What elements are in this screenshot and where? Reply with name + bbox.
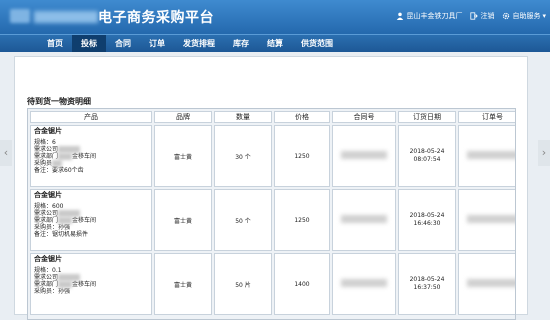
order-no-cell[interactable]	[458, 125, 515, 187]
product-dept2-tail: 金移车间	[72, 217, 97, 224]
blurred-text	[58, 274, 81, 281]
app-title: 电子商务采购平台	[98, 10, 214, 26]
product-dept: 需求公司	[34, 210, 59, 217]
col-brand: 品牌	[154, 111, 212, 123]
table-row: 合金锯片 规格：0.1 需求公司 需求部门 金移车间 采购员：孙强 富士黄 50 …	[30, 253, 515, 315]
contract-no-cell	[332, 253, 396, 315]
product-dept2-tail: 金移车间	[72, 281, 97, 288]
blurred-text	[58, 153, 73, 160]
product-note: 备注：锯切机易损件	[34, 231, 89, 238]
scroll-left-arrow[interactable]: ‹	[0, 140, 12, 166]
product-dept2: 需求部门	[34, 281, 59, 288]
order-date-cell: 2018-05-24 08:07:54	[398, 125, 456, 187]
product-cell: 合金锯片 规格：6 需求公司 需求部门 金移车间 采购员 备注：要求60个齿	[30, 125, 152, 187]
logout-link[interactable]: 注销	[470, 11, 494, 21]
blurred-contract-no	[341, 215, 387, 223]
product-dept: 需求公司	[34, 274, 59, 281]
product-buyer: 采购员：孙强	[34, 224, 71, 231]
product-spec: 规格：0.1	[34, 267, 62, 274]
nav-order[interactable]: 订单	[140, 35, 174, 52]
blurred-text	[52, 160, 63, 167]
col-order-date: 订货日期	[398, 111, 456, 123]
order-time: 16:46:30	[413, 220, 441, 227]
order-no-cell[interactable]	[458, 253, 515, 315]
order-time: 08:07:54	[413, 156, 441, 163]
logout-label: 注销	[480, 12, 495, 20]
contract-no-cell	[332, 125, 396, 187]
product-name: 合金锯片	[34, 255, 62, 263]
materials-table: 产品 品牌 数量 价格 合同号 订货日期 订单号 合金锯片 规格：6 需求公司 …	[27, 108, 516, 320]
brand-cell: 富士黄	[154, 189, 212, 251]
self-service-label: 自助服务	[512, 12, 541, 20]
product-note: 备注：要求60个齿	[34, 167, 84, 174]
col-price: 价格	[274, 111, 330, 123]
nav-supply-scope[interactable]: 供货范围	[292, 35, 342, 52]
blurred-text	[58, 210, 81, 217]
logo	[10, 9, 30, 23]
brand-cell: 富士黄	[154, 125, 212, 187]
blurred-text	[58, 217, 73, 224]
price-cell: 1400	[274, 253, 330, 315]
product-dept2: 需求部门	[34, 217, 59, 224]
table-header-row: 产品 品牌 数量 价格 合同号 订货日期 订单号	[30, 111, 515, 123]
product-spec: 规格：6	[34, 139, 56, 146]
brand-cell: 富士黄	[154, 253, 212, 315]
app-header: 电子商务采购平台 昆山丰金铁刀具厂 注销 自助服务 ▾	[0, 0, 550, 34]
table-row: 合金锯片 规格：6 需求公司 需求部门 金移车间 采购员 备注：要求60个齿 富士…	[30, 125, 515, 187]
scroll-right-arrow[interactable]: ›	[538, 140, 550, 166]
product-buyer: 采购员	[34, 160, 53, 167]
blurred-text	[58, 146, 81, 153]
chevron-down-icon: ▾	[542, 12, 546, 20]
section-title: 待到货一物资明细	[27, 97, 91, 106]
order-no-cell[interactable]	[458, 189, 515, 251]
product-cell: 合金锯片 规格：0.1 需求公司 需求部门 金移车间 采购员：孙强	[30, 253, 152, 315]
nav-shipping-schedule[interactable]: 发货排程	[174, 35, 224, 52]
nav-inventory[interactable]: 库存	[224, 35, 258, 52]
col-product: 产品	[30, 111, 152, 123]
user-name: 昆山丰金铁刀具厂	[406, 12, 463, 20]
nav-home[interactable]: 首页	[38, 35, 72, 52]
price-cell: 1250	[274, 189, 330, 251]
col-order-no: 订单号	[458, 111, 515, 123]
quantity-cell: 50 片	[214, 253, 272, 315]
blurred-order-no	[466, 215, 515, 223]
blurred-order-no	[466, 279, 515, 287]
contract-no-cell	[332, 189, 396, 251]
nav-contract[interactable]: 合同	[106, 35, 140, 52]
logout-icon	[470, 12, 479, 20]
product-cell: 合金锯片 规格：600 需求公司 需求部门 金移车间 采购员：孙强 备注：锯切机易…	[30, 189, 152, 251]
nav-bidding[interactable]: 投标	[72, 35, 106, 52]
order-time: 16:37:50	[413, 284, 441, 291]
blurred-order-no	[466, 151, 515, 159]
blurred-contract-no	[341, 279, 387, 287]
main-nav: 首页 投标 合同 订单 发货排程 库存 结算 供货范围	[0, 34, 550, 52]
product-dept2-tail: 金移车间	[72, 153, 97, 160]
quantity-cell: 30 个	[214, 125, 272, 187]
self-service-menu[interactable]: 自助服务 ▾	[502, 11, 546, 21]
price-cell: 1250	[274, 125, 330, 187]
order-date: 2018-05-24	[409, 148, 445, 155]
product-buyer: 采购员：孙强	[34, 288, 71, 295]
product-dept2: 需求部门	[34, 153, 59, 160]
user-link[interactable]: 昆山丰金铁刀具厂	[396, 11, 462, 21]
order-date-cell: 2018-05-24 16:46:30	[398, 189, 456, 251]
product-name: 合金锯片	[34, 127, 62, 135]
order-date: 2018-05-24	[409, 212, 445, 219]
order-date-cell: 2018-05-24 16:37:50	[398, 253, 456, 315]
content-frame: 待到货一物资明细 产品 品牌 数量 价格 合同号 订货日期 订单号 合金锯片 规…	[14, 56, 528, 320]
product-spec: 规格：600	[34, 203, 64, 210]
product-dept: 需求公司	[34, 146, 59, 153]
quantity-cell: 50 个	[214, 189, 272, 251]
product-name: 合金锯片	[34, 191, 62, 199]
order-date: 2018-05-24	[409, 276, 445, 283]
user-icon	[397, 12, 404, 20]
blurred-contract-no	[341, 151, 387, 159]
col-quantity: 数量	[214, 111, 272, 123]
col-contract-no: 合同号	[332, 111, 396, 123]
blurred-company-name	[34, 11, 98, 23]
blurred-text	[58, 281, 73, 288]
nav-settlement[interactable]: 结算	[258, 35, 292, 52]
table-row: 合金锯片 规格：600 需求公司 需求部门 金移车间 采购员：孙强 备注：锯切机易…	[30, 189, 515, 251]
gear-icon	[503, 12, 510, 20]
